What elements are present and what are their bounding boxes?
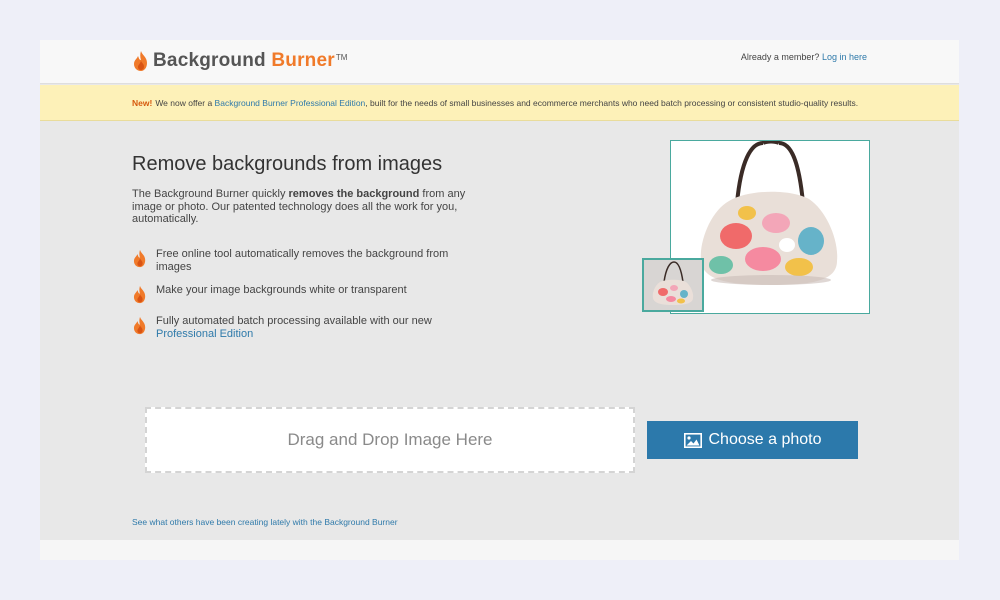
flame-logo-icon (134, 51, 147, 71)
handbag-thumbnail (644, 260, 702, 310)
page-footer (40, 540, 959, 560)
drag-drop-zone[interactable]: Drag and Drop Image Here (145, 407, 635, 473)
dropzone-label: Drag and Drop Image Here (287, 430, 493, 449)
logo-text-burner: Burner (271, 50, 335, 71)
site-header: Background Burner TM Already a member? L… (40, 40, 959, 84)
flame-bullet-icon (133, 285, 146, 304)
example-original-thumbnail[interactable] (642, 258, 704, 312)
intro-text-bold: removes the background (288, 188, 420, 200)
banner-text-before: We now offer a (155, 97, 213, 108)
browser-page: Background Burner TM Already a member? L… (40, 40, 959, 560)
feature-text: Make your image backgrounds white or tra… (156, 284, 407, 296)
feature-text: Fully automated batch processing availab… (156, 315, 432, 340)
new-label: New! (132, 97, 153, 108)
intro-paragraph: The Background Burner quickly removes th… (132, 188, 477, 226)
banner-text-after: , built for the needs of small businesse… (365, 97, 859, 108)
feature-text: Free online tool automatically removes t… (156, 248, 449, 273)
member-prompt: Already a member? (740, 52, 820, 62)
gallery-link[interactable]: See what others have been creating latel… (132, 517, 398, 527)
intro-text-before: The Background Burner quickly (132, 188, 286, 200)
member-login: Already a member? Log in here (741, 52, 867, 62)
flame-bullet-icon (133, 316, 146, 335)
login-link[interactable]: Log in here (822, 52, 867, 62)
page-title: Remove backgrounds from images (132, 153, 443, 175)
feature-list: Free online tool automatically removes t… (132, 248, 477, 351)
site-logo[interactable]: Background Burner TM (132, 46, 347, 76)
list-item: Fully automated batch processing availab… (132, 315, 477, 340)
feature-text-part: Fully automated batch processing availab… (156, 315, 432, 327)
image-icon (683, 432, 702, 448)
list-item: Make your image backgrounds white or tra… (132, 284, 477, 304)
flame-bullet-icon (133, 249, 146, 268)
list-item: Free online tool automatically removes t… (132, 248, 477, 273)
logo-text-background: Background (153, 50, 266, 71)
professional-edition-banner-link[interactable]: Background Burner Professional Edition (215, 98, 366, 108)
professional-edition-link[interactable]: Professional Edition (156, 328, 253, 340)
choose-photo-label: Choose a photo (708, 431, 822, 448)
choose-photo-button[interactable]: Choose a photo (647, 421, 858, 459)
trademark-mark: TM (335, 52, 348, 62)
announcement-banner: New! We now offer a Background Burner Pr… (40, 85, 959, 121)
